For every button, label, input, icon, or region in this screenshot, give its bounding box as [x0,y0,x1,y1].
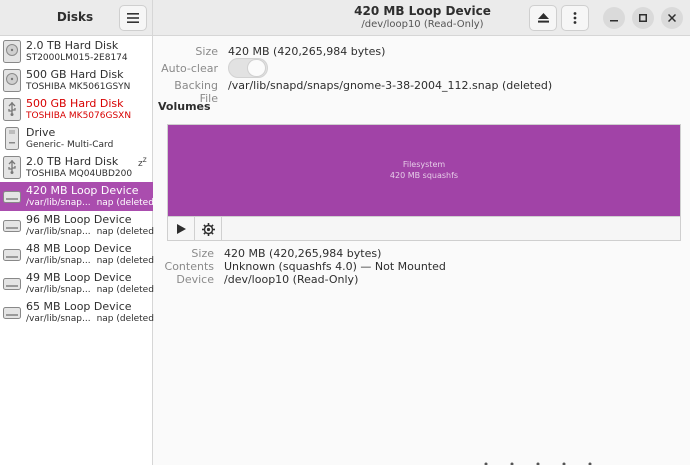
size-value: 420 MB (420,265,984 bytes) [228,45,386,58]
disk-item[interactable]: Drive Generic- Multi-Card [0,124,153,153]
disk-list: 2.0 TB Hard Disk ST2000LM015-2E8174 500 … [0,36,157,465]
mount-button[interactable] [168,217,195,241]
disk-item[interactable]: 96 MB Loop Device /var/lib/snap... nap (d… [0,211,157,240]
volume-type: Filesystem [402,160,446,169]
disk-name: 96 MB Loop Device [26,213,132,226]
volume-map: Filesystem 420 MB squashfs [167,124,681,241]
disk-item[interactable]: 2.0 TB Hard Disk ST2000LM015-2E8174 [0,37,153,66]
volume-toolbar [168,216,680,241]
disk-backing-file: /var/lib/snap... nap (deleted) [26,314,158,324]
loop-device-icon [3,249,21,261]
disk-item[interactable]: 500 GB Hard Disk TOSHIBA MK5076GSXN [0,95,153,124]
disk-name: 2.0 TB Hard Disk [26,155,119,168]
window-title: 420 MB Loop Device /dev/loop10 (Read-Onl… [300,4,545,30]
eject-button[interactable] [529,5,557,31]
disk-backing-file: /var/lib/snap... nap (deleted) [26,285,158,295]
eject-icon [537,13,549,23]
usb-drive-icon [3,156,21,179]
toggle-knob [247,59,266,77]
partition-size-value: 420 MB (420,265,984 bytes) [224,247,382,260]
device-title: 420 MB Loop Device [354,4,491,18]
vertical-dots-icon [573,12,577,24]
contents-value: Unknown (squashfs 4.0) — Not Mounted [224,260,446,273]
disk-model: TOSHIBA MK5061GSYN [26,82,131,92]
device-details: Size 420 MB (420,265,984 bytes) Auto-cle… [154,37,690,465]
loop-device-icon [3,191,21,203]
usb-drive-icon [3,98,21,121]
header-bar: Disks 420 MB Loop Device /dev/loop10 (Re… [0,0,690,36]
disk-item[interactable]: 2.0 TB Hard Disk TOSHIBA MQ04UBD200 zz [0,153,153,182]
gears-icon [201,222,215,236]
card-reader-icon [5,127,19,150]
disk-name: 48 MB Loop Device [26,242,132,255]
hard-disk-icon [3,40,21,63]
disk-item-selected[interactable]: 420 MB Loop Device /var/lib/snap... nap (… [0,182,157,211]
device-subtitle: /dev/loop10 (Read-Only) [361,19,484,30]
hard-disk-icon [3,69,21,92]
disk-name: Drive [26,126,56,139]
dock-indicator-dots [484,462,592,465]
disk-model: Generic- Multi-Card [26,140,114,150]
disk-model: TOSHIBA MK5076GSXN [26,111,132,121]
minimize-icon [610,20,618,22]
volume-partition[interactable]: Filesystem 420 MB squashfs [168,125,680,216]
disk-item[interactable]: 49 MB Loop Device /var/lib/snap... nap (d… [0,269,157,298]
disk-backing-file: /var/lib/snap... nap (deleted) [26,256,158,266]
maximize-icon [639,14,647,22]
menu-button[interactable] [119,5,147,31]
disk-item[interactable]: 48 MB Loop Device /var/lib/snap... nap (d… [0,240,157,269]
partition-options-button[interactable] [195,217,222,241]
autoclear-label: Auto-clear [161,62,218,75]
contents-label: Contents [164,260,214,273]
drive-options-button[interactable] [561,5,589,31]
close-icon [668,14,676,22]
backing-file-value: /var/lib/snapd/snaps/gnome-3-38-2004_112… [228,79,553,92]
device-value: /dev/loop10 (Read-Only) [224,273,359,286]
minimize-button[interactable] [603,7,625,29]
disk-name: 49 MB Loop Device [26,271,132,284]
partition-size-label: Size [191,247,214,260]
sidebar-header: Disks [0,0,153,36]
disk-name: 500 GB Hard Disk [26,97,124,110]
disk-item[interactable]: 500 GB Hard Disk TOSHIBA MK5061GSYN [0,66,153,95]
autoclear-toggle[interactable] [228,58,268,78]
disk-backing-file: /var/lib/snap... nap (deleted) [26,198,158,208]
volume-size: 420 MB squashfs [389,171,459,180]
loop-device-icon [3,307,21,319]
device-label: Device [176,273,214,286]
maximize-button[interactable] [632,7,654,29]
disk-name: 65 MB Loop Device [26,300,132,313]
loop-device-icon [3,278,21,290]
disk-name: 2.0 TB Hard Disk [26,39,119,52]
size-label: Size [195,45,218,58]
disk-model: TOSHIBA MQ04UBD200 [26,169,133,179]
disk-name: 500 GB Hard Disk [26,68,124,81]
volumes-title: Volumes [158,100,211,113]
disk-model: ST2000LM015-2E8174 [26,53,128,63]
standby-icon: zz [138,155,147,169]
close-button[interactable] [661,7,683,29]
play-icon [176,224,186,234]
loop-device-icon [3,220,21,232]
disk-backing-file: /var/lib/snap... nap (deleted) [26,227,158,237]
disk-name: 420 MB Loop Device [26,184,139,197]
hamburger-icon [127,13,139,23]
disk-item[interactable]: 65 MB Loop Device /var/lib/snap... nap (d… [0,298,157,327]
